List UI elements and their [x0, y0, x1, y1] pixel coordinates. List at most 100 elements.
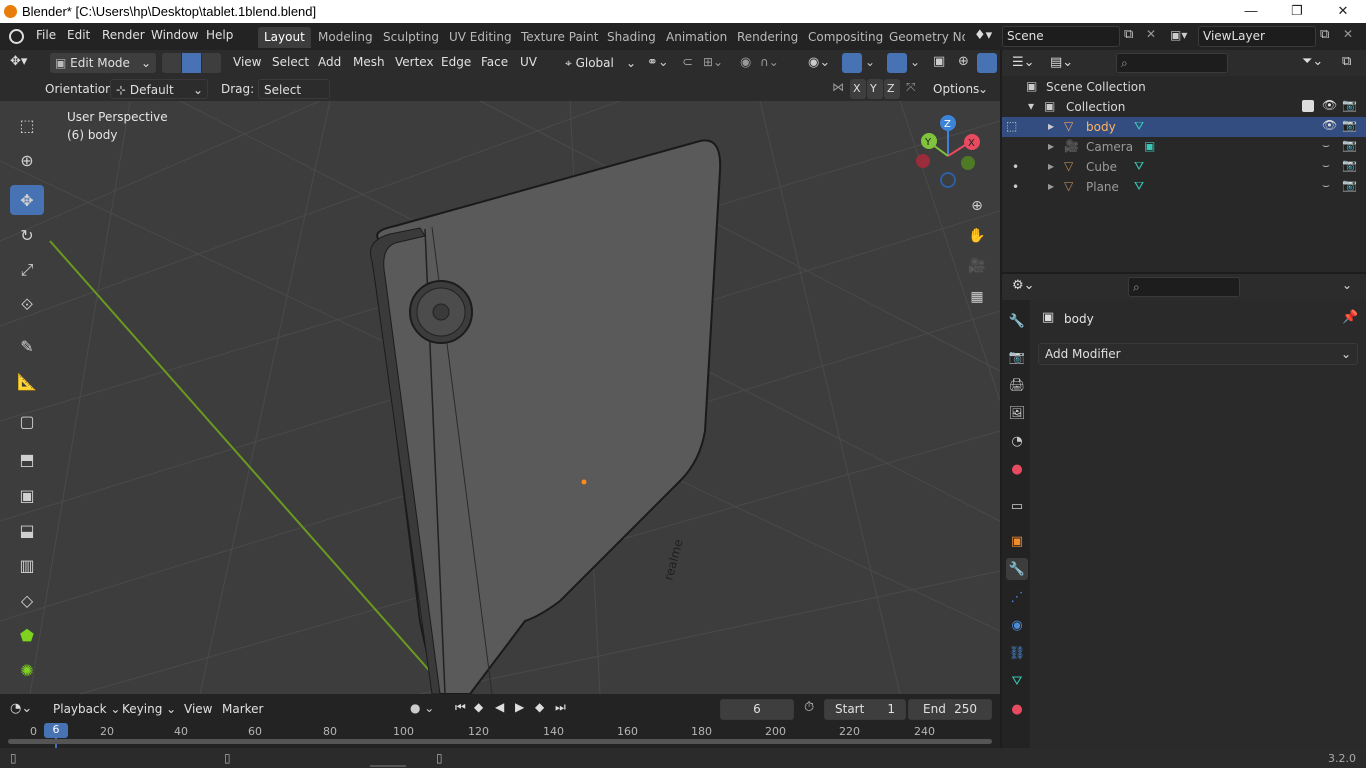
jump-end-icon[interactable]: ⏭: [555, 700, 571, 718]
body-expand-icon[interactable]: ▸: [1048, 119, 1054, 133]
tab-layout[interactable]: Layout: [258, 27, 311, 48]
new-scene-icon[interactable]: ⧉: [1124, 27, 1142, 45]
timeline-view-menu[interactable]: View: [184, 702, 212, 716]
pivot-point-icon[interactable]: ⚭⌄: [647, 55, 675, 73]
add-cube-tool-icon[interactable]: ▢: [10, 406, 44, 436]
tab-rendering[interactable]: Rendering: [731, 27, 804, 48]
new-viewlayer-icon[interactable]: ⧉: [1320, 27, 1338, 45]
tab-animation[interactable]: Animation: [660, 27, 733, 48]
transform-tool-icon[interactable]: ⟐: [10, 290, 44, 320]
preview-range-icon[interactable]: ⏱: [804, 700, 820, 718]
tab-compositing[interactable]: Compositing: [802, 27, 889, 48]
plane-render-icon[interactable]: 📷: [1342, 178, 1357, 192]
mirror-y-toggle[interactable]: Y: [867, 79, 883, 99]
outliner-row-plane[interactable]: • ▸ ▽ Plane ⛛ ⌣ 📷: [1002, 177, 1366, 197]
camera-render-icon[interactable]: 📷: [1342, 138, 1357, 152]
mirror-z-toggle[interactable]: Z: [884, 79, 900, 99]
current-frame-field[interactable]: 6: [720, 699, 794, 720]
play-reverse-icon[interactable]: ◀: [495, 700, 511, 718]
overlay-dropdown-icon[interactable]: ⌄: [910, 55, 924, 73]
cube-expand-icon[interactable]: ▸: [1048, 159, 1054, 173]
menu-help[interactable]: Help: [206, 28, 233, 42]
tab-modeling[interactable]: Modeling: [312, 27, 379, 48]
drag-dropdown[interactable]: Select Box: [258, 79, 330, 117]
solid-shading-icon[interactable]: [977, 53, 997, 73]
scene-tab-icon[interactable]: ◔: [1006, 430, 1028, 452]
navigation-gizmo[interactable]: Z X Y: [908, 111, 998, 201]
collection-eye-icon[interactable]: 👁: [1322, 98, 1337, 112]
move-tool-icon[interactable]: ✥: [10, 185, 44, 215]
annotate-tool-icon[interactable]: ✎: [10, 331, 44, 361]
transform-orientation-dropdown[interactable]: ⌖ Global ⌄: [560, 53, 640, 73]
current-frame-marker[interactable]: 6: [44, 723, 68, 738]
ortho-toggle-icon[interactable]: ▦: [964, 284, 990, 310]
collection-camera-icon[interactable]: 📷: [1342, 98, 1357, 112]
visibility-icon[interactable]: ◉⌄: [808, 55, 836, 73]
object-tab-icon[interactable]: ▣: [1006, 530, 1028, 552]
proportional-edit-icon[interactable]: ◉: [740, 55, 758, 73]
cube-render-icon[interactable]: 📷: [1342, 158, 1357, 172]
camera-expand-icon[interactable]: ▸: [1048, 139, 1054, 153]
outliner-row-body[interactable]: ⬚ ▸ ▽ body ⛛ 👁 📷: [1002, 117, 1366, 137]
plane-expand-icon[interactable]: ▸: [1048, 179, 1054, 193]
mirror-icon[interactable]: ⋈: [832, 80, 848, 98]
wireframe-shading-icon[interactable]: ⊕: [958, 54, 976, 72]
cube-hidden-icon[interactable]: ⌣: [1322, 158, 1330, 173]
poly-build-tool-icon[interactable]: ⬟: [10, 620, 44, 650]
timeline-scrollbar[interactable]: [8, 739, 992, 744]
measure-tool-icon[interactable]: 📐: [10, 366, 44, 396]
knife-tool-icon[interactable]: ◇: [10, 585, 44, 615]
zoom-icon[interactable]: ⊕: [964, 193, 990, 219]
scene-collection-row[interactable]: ▣ Scene Collection: [1002, 77, 1366, 97]
scene-selector[interactable]: Scene: [1002, 26, 1120, 47]
outliner-editor-icon[interactable]: ☰⌄: [1012, 55, 1042, 73]
cursor-tool-icon[interactable]: ⊕: [10, 145, 44, 175]
keying-menu[interactable]: Keying ⌄: [122, 702, 176, 716]
pin-icon[interactable]: 📌: [1342, 310, 1358, 325]
close-button[interactable]: ✕: [1320, 0, 1366, 23]
tool-tab-icon[interactable]: 🔧: [1006, 310, 1028, 332]
camera-hidden-icon[interactable]: ⌣: [1322, 138, 1330, 153]
plane-hidden-icon[interactable]: ⌣: [1322, 178, 1330, 193]
auto-keying-icon[interactable]: ● ⌄: [410, 701, 440, 719]
render-tab-icon[interactable]: 📷: [1006, 346, 1028, 368]
menu-add[interactable]: Add: [318, 55, 341, 69]
menu-edit[interactable]: Edit: [67, 28, 90, 42]
constraints-tab-icon[interactable]: ⛓: [1006, 642, 1028, 664]
marker-menu[interactable]: Marker: [222, 702, 263, 716]
outliner-search-input[interactable]: ⌕: [1116, 53, 1228, 73]
edge-select-icon[interactable]: [182, 53, 201, 73]
menu-view[interactable]: View: [233, 55, 261, 69]
loop-cut-tool-icon[interactable]: ▥: [10, 550, 44, 580]
menu-uv[interactable]: UV: [520, 55, 537, 69]
timeline-editor-icon[interactable]: ◔⌄: [10, 701, 40, 719]
menu-window[interactable]: Window: [151, 28, 198, 42]
inset-tool-icon[interactable]: ▣: [10, 480, 44, 510]
gizmo-toggle-icon[interactable]: [842, 53, 862, 73]
start-frame-field[interactable]: Start 1: [824, 699, 906, 720]
auto-merge-icon[interactable]: ⤧: [906, 80, 924, 98]
mirror-x-toggle[interactable]: X: [850, 79, 866, 99]
rotate-tool-icon[interactable]: ↻: [10, 220, 44, 250]
minimize-button[interactable]: —: [1228, 0, 1274, 23]
prev-keyframe-icon[interactable]: ◆: [474, 700, 490, 718]
end-frame-field[interactable]: End 250: [908, 699, 992, 720]
properties-editor-icon[interactable]: ⚙⌄: [1012, 278, 1042, 296]
maximize-button[interactable]: ❐: [1274, 0, 1320, 23]
menu-edge[interactable]: Edge: [441, 55, 471, 69]
orientation-dropdown[interactable]: ⊹ Default ⌄: [110, 79, 208, 99]
collection-checkbox[interactable]: [1302, 100, 1314, 112]
face-select-icon[interactable]: [202, 53, 221, 73]
options-dropdown[interactable]: Options ⌄: [928, 79, 992, 99]
display-mode-icon[interactable]: ▤⌄: [1050, 55, 1080, 73]
filter-icon[interactable]: ⏷⌄: [1302, 54, 1332, 72]
menu-file[interactable]: File: [36, 28, 56, 42]
data-tab-icon[interactable]: ⛛: [1006, 670, 1028, 692]
view-layer-tab-icon[interactable]: 🖼: [1006, 402, 1028, 424]
editor-type-icon[interactable]: ✥▾: [10, 54, 42, 72]
menu-render[interactable]: Render: [102, 28, 145, 42]
particles-tab-icon[interactable]: ⋰: [1006, 586, 1028, 608]
jump-start-icon[interactable]: ⏮: [455, 700, 471, 718]
snap-toggle-icon[interactable]: ⊂: [682, 55, 700, 73]
material-tab-icon[interactable]: ●: [1006, 698, 1028, 720]
